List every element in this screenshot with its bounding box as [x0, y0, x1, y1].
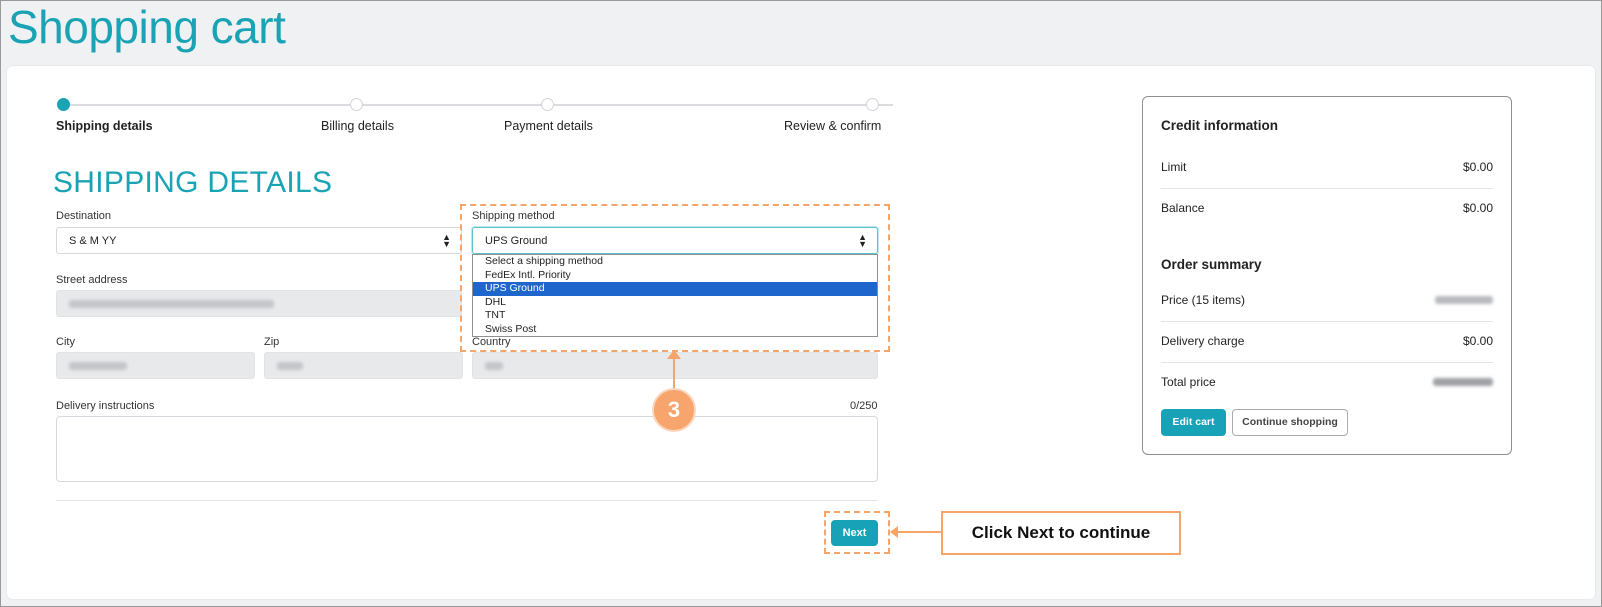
- step-dot-payment: [541, 98, 554, 111]
- redacted-total: [1433, 378, 1493, 386]
- price-row: Price (15 items): [1161, 280, 1493, 320]
- redacted-text: [69, 300, 274, 308]
- delivery-charge-label: Delivery charge: [1161, 334, 1245, 348]
- zip-input: [264, 352, 463, 379]
- redacted-text: [485, 362, 503, 370]
- city-label: City: [56, 336, 75, 348]
- destination-select[interactable]: S & M YY ▲ ▼: [56, 227, 462, 254]
- zip-label: Zip: [264, 336, 280, 348]
- tip-arrow-line: [896, 531, 942, 533]
- destination-label: Destination: [56, 210, 112, 222]
- street-label: Street address: [56, 274, 128, 286]
- limit-row: Limit $0.00: [1161, 147, 1493, 187]
- step-dot-billing: [350, 98, 363, 111]
- step-dot-review: [866, 98, 879, 111]
- sort-arrows-icon: ▲ ▼: [442, 232, 451, 249]
- highlight-shipping-method: [460, 204, 890, 352]
- step-number-badge: 3: [652, 388, 696, 432]
- step-label-payment: Payment details: [504, 119, 593, 133]
- total-price-row: Total price: [1161, 362, 1493, 402]
- delivery-instructions-textarea[interactable]: [56, 416, 878, 482]
- step-label-billing: Billing details: [321, 119, 394, 133]
- delivery-charge-value: $0.00: [1462, 334, 1493, 348]
- step-label-review: Review & confirm: [784, 119, 882, 133]
- character-counter: 0/250: [850, 400, 878, 412]
- section-title: SHIPPING DETAILS: [53, 166, 333, 199]
- stepper-track: [63, 104, 893, 106]
- credit-information-heading: Credit information: [1161, 118, 1278, 133]
- destination-value: S & M YY: [69, 235, 117, 247]
- redacted-text: [277, 362, 303, 370]
- total-price-label: Total price: [1161, 375, 1216, 389]
- arrow-up-icon: [667, 350, 681, 359]
- continue-shopping-button[interactable]: Continue shopping: [1232, 409, 1348, 436]
- order-summary-heading: Order summary: [1161, 257, 1262, 272]
- balance-value: $0.00: [1462, 201, 1493, 215]
- city-input: [56, 352, 255, 379]
- arrow-left-icon: [890, 526, 898, 538]
- limit-label: Limit: [1161, 160, 1187, 174]
- credit-sidebar: Credit information Limit $0.00 Balance $…: [1142, 96, 1512, 455]
- redacted-price: [1435, 296, 1493, 304]
- balance-row: Balance $0.00: [1161, 188, 1493, 228]
- page-title: Shopping cart: [8, 1, 286, 53]
- delivery-charge-row: Delivery charge $0.00: [1161, 321, 1493, 361]
- price-label: Price (15 items): [1161, 293, 1246, 307]
- form-divider: [56, 500, 878, 501]
- redacted-text: [69, 362, 127, 370]
- callout-arrow-line: [673, 356, 675, 390]
- street-input: [56, 290, 462, 317]
- balance-label: Balance: [1161, 201, 1205, 215]
- checkout-stepper: Shipping details Billing details Payment…: [56, 96, 899, 136]
- delivery-instructions-label: Delivery instructions: [56, 400, 155, 412]
- step-label-shipping: Shipping details: [56, 119, 153, 133]
- tip-callout: Click Next to continue: [941, 511, 1181, 555]
- step-dot-shipping: [57, 98, 70, 111]
- edit-cart-button[interactable]: Edit cart: [1161, 409, 1226, 436]
- next-button[interactable]: Next: [831, 520, 878, 546]
- limit-value: $0.00: [1462, 160, 1493, 174]
